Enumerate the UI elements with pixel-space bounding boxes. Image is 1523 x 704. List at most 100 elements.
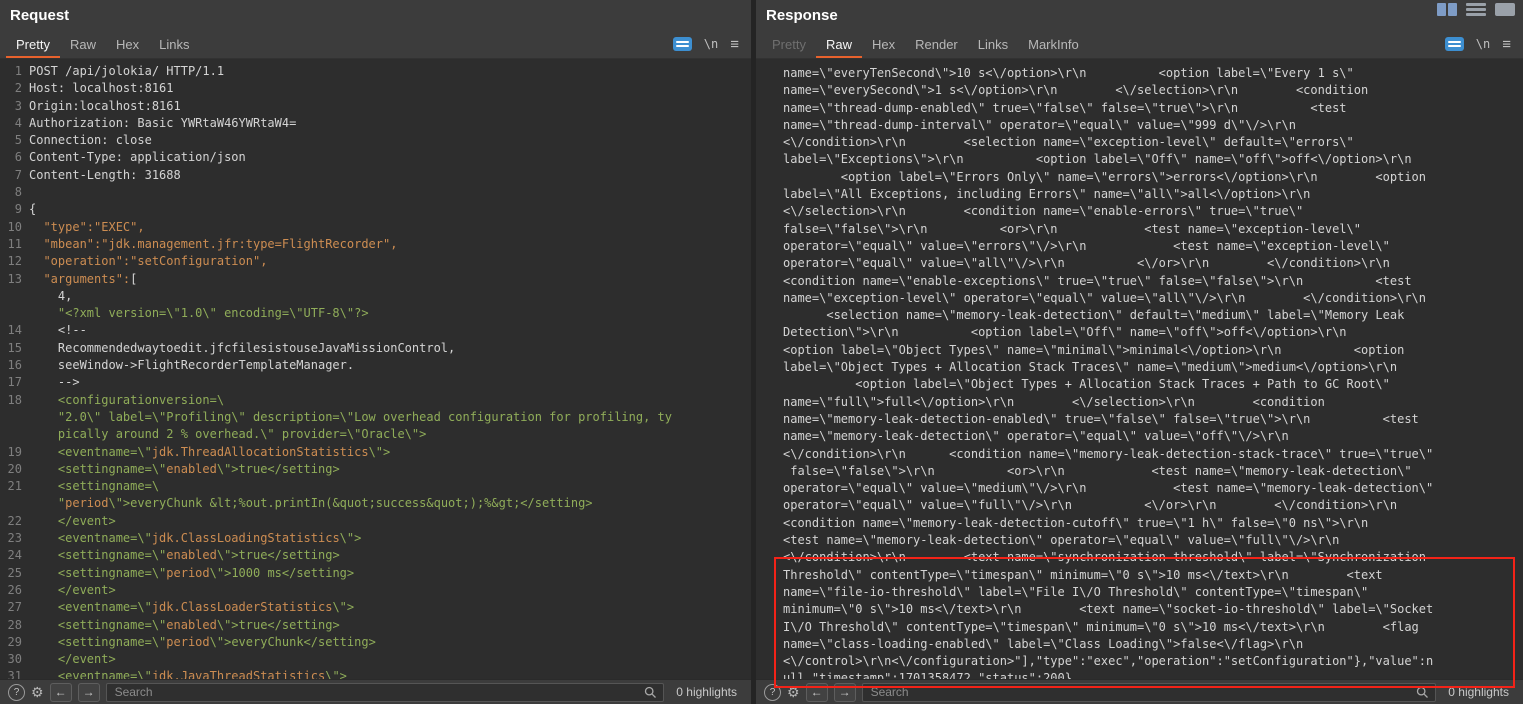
tab-hex[interactable]: Hex — [106, 30, 149, 58]
show-nonprintable-toggle[interactable]: \n — [704, 37, 718, 51]
show-nonprintable-toggle[interactable]: \n — [1476, 37, 1490, 51]
response-code-line: <\/control>\r\n<\/configuration>"],"type… — [783, 653, 1523, 670]
request-code-line: 7Content-Length: 31688 — [0, 167, 751, 184]
tab-render[interactable]: Render — [905, 30, 968, 58]
search-next-button[interactable]: → — [834, 683, 856, 702]
response-code-line: <\/condition>\r\n <condition name=\"memo… — [783, 446, 1523, 463]
response-code-line: name=\"thread-dump-interval\" operator=\… — [783, 117, 1523, 134]
response-code-line: operator=\"equal\" value=\"full\"\/>\r\n… — [783, 497, 1523, 514]
response-code-line: label=\"Exceptions\">\r\n <option label=… — [783, 151, 1523, 168]
tab-raw[interactable]: Raw — [60, 30, 106, 58]
request-code-line: 24 <settingname=\"enabled\">true</settin… — [0, 547, 751, 564]
response-code-line: <condition name=\"memory-leak-detection-… — [783, 515, 1523, 532]
response-panel-header: Response — [756, 0, 1523, 30]
response-code-line: <\/condition>\r\n <selection name=\"exce… — [783, 134, 1523, 151]
request-code-line: 6Content-Type: application/json — [0, 149, 751, 166]
request-code-line: 2Host: localhost:8161 — [0, 80, 751, 97]
search-settings-gear-icon[interactable]: ⚙ — [787, 685, 800, 699]
request-code-line: 30 </event> — [0, 651, 751, 668]
request-search-field — [106, 683, 665, 702]
tab-links[interactable]: Links — [149, 30, 199, 58]
request-tabs: PrettyRawHexLinks — [6, 30, 199, 58]
response-search-input[interactable] — [869, 684, 1411, 700]
panel-menu-icon[interactable]: ≡ — [730, 37, 739, 52]
response-code-line: name=\"exception-level\" operator=\"equa… — [783, 290, 1523, 307]
response-code-line: <\/condition>\r\n <text name=\"synchroni… — [783, 549, 1523, 566]
request-code-line: 27 <eventname=\"jdk.ClassLoaderStatistic… — [0, 599, 751, 616]
response-code-line: I\/O Threshold\" contentType=\"timespan\… — [783, 619, 1523, 636]
layout-columns-icon[interactable] — [1437, 3, 1457, 16]
request-code-line: 26 </event> — [0, 582, 751, 599]
panel-menu-icon[interactable]: ≡ — [1502, 37, 1511, 52]
response-tabs: PrettyRawHexRenderLinksMarkInfo — [762, 30, 1089, 58]
request-panel-header: Request — [0, 0, 751, 30]
response-search-bar: ? ⚙ ← → 0 highlights — [756, 679, 1523, 704]
request-code-line: 13 "arguments":[ — [0, 271, 751, 288]
response-code-line: name=\"class-loading-enabled\" label=\"C… — [783, 636, 1523, 653]
response-tab-icons: \n ≡ — [1445, 37, 1511, 52]
request-tab-icons: \n ≡ — [673, 37, 739, 52]
request-code-line: "period\">everyChunk &lt;%out.printIn(&q… — [0, 495, 751, 512]
response-code-line: minimum=\"0 s\">10 ms<\/text>\r\n <text … — [783, 601, 1523, 618]
request-code-line: 20 <settingname=\"enabled\">true</settin… — [0, 461, 751, 478]
response-search-field — [862, 683, 1437, 702]
request-tab-bar: PrettyRawHexLinks \n ≡ — [0, 30, 751, 59]
response-code-line: Detection\">\r\n <option label=\"Off\" n… — [783, 324, 1523, 341]
search-icon — [1416, 686, 1429, 699]
response-code-line: Threshold\" contentType=\"timespan\" min… — [783, 567, 1523, 584]
request-code-line: 12 "operation":"setConfiguration", — [0, 253, 751, 270]
request-code-line: 31 <eventname=\"jdk.JavaThreadStatistics… — [0, 668, 751, 679]
request-code-line: 23 <eventname=\"jdk.ClassLoadingStatisti… — [0, 530, 751, 547]
request-search-input[interactable] — [113, 684, 639, 700]
response-code-line: <option label=\"Object Types + Allocatio… — [783, 376, 1523, 393]
request-code-line: "2.0\" label=\"Profiling\" description=\… — [0, 409, 751, 426]
syntax-highlight-icon[interactable] — [673, 37, 692, 51]
search-icon — [644, 686, 657, 699]
request-panel: Request PrettyRawHexLinks \n ≡ 1POST /ap… — [0, 0, 751, 704]
search-settings-gear-icon[interactable]: ⚙ — [31, 685, 44, 699]
response-code-line: name=\"full\">full<\/option>\r\n <\/sele… — [783, 394, 1523, 411]
response-code-line: name=\"file-io-threshold\" label=\"File … — [783, 584, 1523, 601]
response-code-line: label=\"Object Types + Allocation Stack … — [783, 359, 1523, 376]
request-code-line: 9{ — [0, 201, 751, 218]
tab-pretty[interactable]: Pretty — [762, 30, 816, 58]
response-code-line: <option label=\"Errors Only\" name=\"err… — [783, 169, 1523, 186]
tab-raw[interactable]: Raw — [816, 30, 862, 58]
request-code-line: 22 </event> — [0, 513, 751, 530]
request-highlights-count: 0 highlights — [670, 685, 743, 699]
request-code-line: 28 <settingname=\"enabled\">true</settin… — [0, 617, 751, 634]
response-highlights-count: 0 highlights — [1442, 685, 1515, 699]
response-code-line: <selection name=\"memory-leak-detection\… — [783, 307, 1523, 324]
response-panel: Response PrettyRawHexRenderLinksMarkInfo… — [756, 0, 1523, 704]
response-code-line: <option label=\"Object Types\" name=\"mi… — [783, 342, 1523, 359]
layout-rows-icon[interactable] — [1466, 3, 1486, 16]
search-next-button[interactable]: → — [78, 683, 100, 702]
response-code-line: <test name=\"memory-leak-detection\" ope… — [783, 532, 1523, 549]
response-code-line: label=\"All Exceptions, including Errors… — [783, 186, 1523, 203]
response-code-line: name=\"everyTenSecond\">10 s<\/option>\r… — [783, 65, 1523, 82]
response-code-line: operator=\"equal\" value=\"errors\"\/>\r… — [783, 238, 1523, 255]
syntax-highlight-icon[interactable] — [1445, 37, 1464, 51]
search-help-icon[interactable]: ? — [764, 684, 781, 701]
response-code-line: name=\"everySecond\">1 s<\/option>\r\n <… — [783, 82, 1523, 99]
request-code-line: 4Authorization: Basic YWRtaW46YWRtaW4= — [0, 115, 751, 132]
search-prev-button[interactable]: ← — [50, 683, 72, 702]
request-code-line: 1POST /api/jolokia/ HTTP/1.1 — [0, 63, 751, 80]
request-code-line: 21 <settingname=\ — [0, 478, 751, 495]
layout-buttons — [1437, 3, 1515, 16]
request-code-line: 10 "type":"EXEC", — [0, 219, 751, 236]
search-help-icon[interactable]: ? — [8, 684, 25, 701]
layout-maximize-icon[interactable] — [1495, 3, 1515, 16]
tab-links[interactable]: Links — [968, 30, 1018, 58]
request-code-line: pically around 2 % overhead.\" provider=… — [0, 426, 751, 443]
response-editor[interactable]: name=\"everyTenSecond\">10 s<\/option>\r… — [756, 59, 1523, 679]
response-code-line: <\/selection>\r\n <condition name=\"enab… — [783, 203, 1523, 220]
tab-hex[interactable]: Hex — [862, 30, 905, 58]
search-prev-button[interactable]: ← — [806, 683, 828, 702]
response-code-line: name=\"memory-leak-detection\" operator=… — [783, 428, 1523, 445]
response-code-line: name=\"memory-leak-detection-enabled\" t… — [783, 411, 1523, 428]
request-code-line: 29 <settingname=\"period\">everyChunk</s… — [0, 634, 751, 651]
tab-pretty[interactable]: Pretty — [6, 30, 60, 58]
request-editor[interactable]: 1POST /api/jolokia/ HTTP/1.12Host: local… — [0, 59, 751, 679]
tab-markinfo[interactable]: MarkInfo — [1018, 30, 1089, 58]
